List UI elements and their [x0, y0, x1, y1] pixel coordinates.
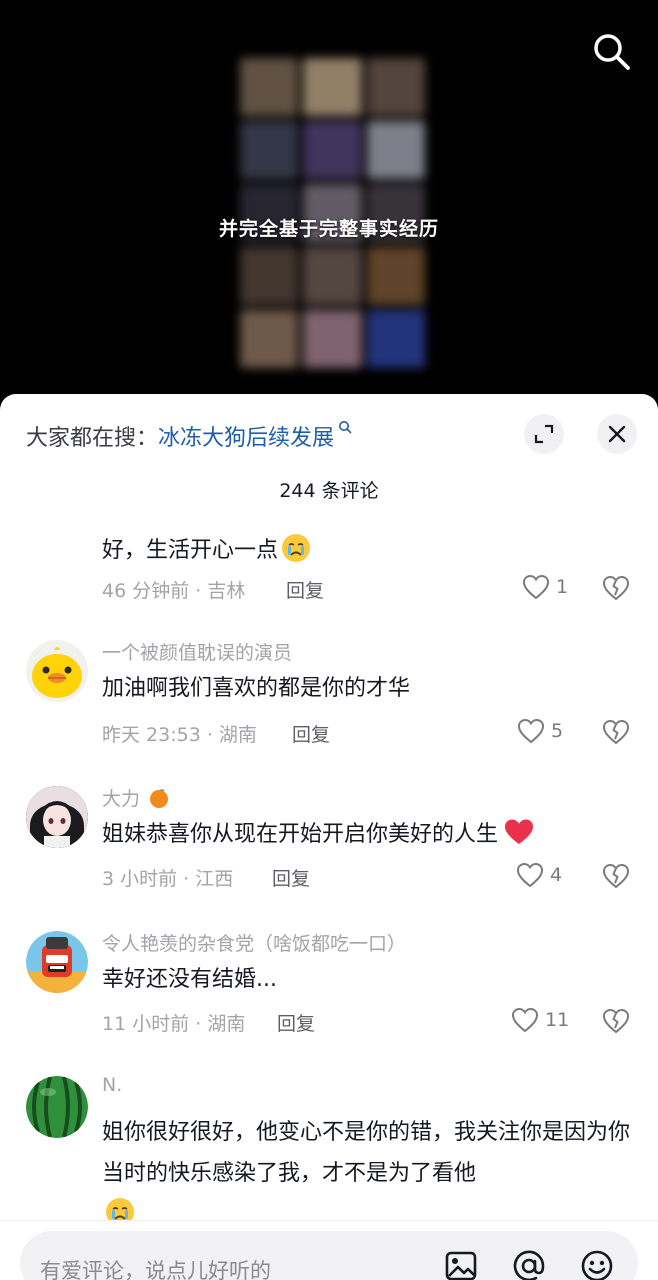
comment-username[interactable]: 一个被颜值耽误的演员	[102, 638, 292, 665]
broken-heart-icon[interactable]	[602, 718, 630, 746]
expand-button[interactable]	[524, 414, 564, 454]
like-button[interactable]: 5	[517, 718, 563, 744]
comment-count: 244 条评论	[279, 480, 379, 502]
watermelon-avatar-image	[26, 1076, 88, 1138]
like-button[interactable]: 1	[522, 574, 568, 600]
hot-search-prefix: 大家都在搜：	[26, 426, 159, 451]
at-icon[interactable]	[512, 1249, 546, 1280]
image-icon[interactable]	[444, 1249, 478, 1280]
search-icon	[594, 34, 630, 70]
chick-avatar-image	[26, 640, 88, 702]
heart-outline-icon	[516, 862, 544, 888]
crying-emoji-icon	[282, 534, 311, 562]
comment-username[interactable]: 令人艳羡的杂食党（啥饭都吃一口）	[102, 929, 406, 956]
blurred-video-frame	[240, 58, 425, 368]
avatar[interactable]	[26, 640, 88, 702]
orange-emoji-icon	[150, 789, 169, 808]
like-count: 4	[550, 864, 563, 886]
comment-username[interactable]: 大力	[102, 784, 170, 811]
comment-input-placeholder: 有爱评论，说点儿好听的	[40, 1259, 271, 1280]
heart-outline-icon	[511, 1007, 539, 1033]
avatar[interactable]	[26, 931, 88, 993]
like-count: 1	[556, 576, 569, 598]
search-small-icon	[334, 421, 352, 438]
comment-text: 好，生活开心一点	[102, 530, 632, 571]
anime-girl-avatar-image	[26, 786, 88, 848]
broken-heart-icon[interactable]	[602, 1007, 630, 1035]
red-heart-emoji-icon	[504, 818, 534, 860]
comment-input[interactable]: 有爱评论，说点儿好听的	[20, 1231, 638, 1280]
video-caption: 并完全基于完整事实经历	[218, 218, 439, 240]
like-button[interactable]: 11	[511, 1007, 569, 1033]
avatar[interactable]	[26, 786, 88, 848]
comment-username[interactable]: N.	[102, 1074, 122, 1096]
like-button[interactable]: 4	[516, 862, 562, 888]
comment-sheet: 大家都在搜：冰冻大狗后续发展 244 条评论 好，生活开心一点 46 分钟前 ·…	[0, 394, 658, 1280]
comment-input-bar: 有爱评论，说点儿好听的	[0, 1220, 658, 1280]
comment-meta: 昨天 23:53 · 湖南	[102, 724, 257, 746]
cartoon-character-avatar-image	[26, 931, 88, 993]
comment-text: 幸好还没有结婚...	[102, 967, 277, 992]
comment-meta: 3 小时前 · 江西	[102, 868, 234, 890]
heart-outline-icon	[522, 574, 550, 600]
reply-button[interactable]: 回复	[292, 720, 330, 747]
close-icon	[608, 425, 626, 443]
avatar[interactable]	[26, 1076, 88, 1138]
comment-text: 姐你很好很好，他变心不是你的错，我关注你是因为你当时的快乐感染了我，才不是为了看…	[102, 1112, 632, 1235]
reply-button[interactable]: 回复	[272, 864, 310, 891]
comment-meta: 46 分钟前 · 吉林	[102, 580, 246, 602]
expand-icon	[534, 424, 554, 444]
broken-heart-icon[interactable]	[602, 862, 630, 890]
hot-search-keyword[interactable]: 冰冻大狗后续发展	[158, 426, 334, 451]
video-player[interactable]: 并完全基于完整事实经历	[0, 0, 658, 420]
close-button[interactable]	[597, 414, 637, 454]
like-count: 5	[551, 720, 564, 742]
broken-heart-icon[interactable]	[602, 574, 630, 602]
comment-meta: 11 小时前 · 湖南	[102, 1013, 246, 1035]
emoji-icon[interactable]	[580, 1249, 614, 1280]
reply-button[interactable]: 回复	[286, 576, 324, 603]
heart-outline-icon	[517, 718, 545, 744]
search-button[interactable]	[592, 32, 632, 72]
comment-text: 姐妹恭喜你从现在开始开启你美好的人生	[102, 814, 632, 860]
reply-button[interactable]: 回复	[277, 1009, 315, 1036]
comment-text: 加油啊我们喜欢的都是你的才华	[102, 676, 411, 701]
like-count: 11	[545, 1009, 570, 1031]
hot-search-link[interactable]: 大家都在搜：冰冻大狗后续发展	[26, 420, 352, 452]
